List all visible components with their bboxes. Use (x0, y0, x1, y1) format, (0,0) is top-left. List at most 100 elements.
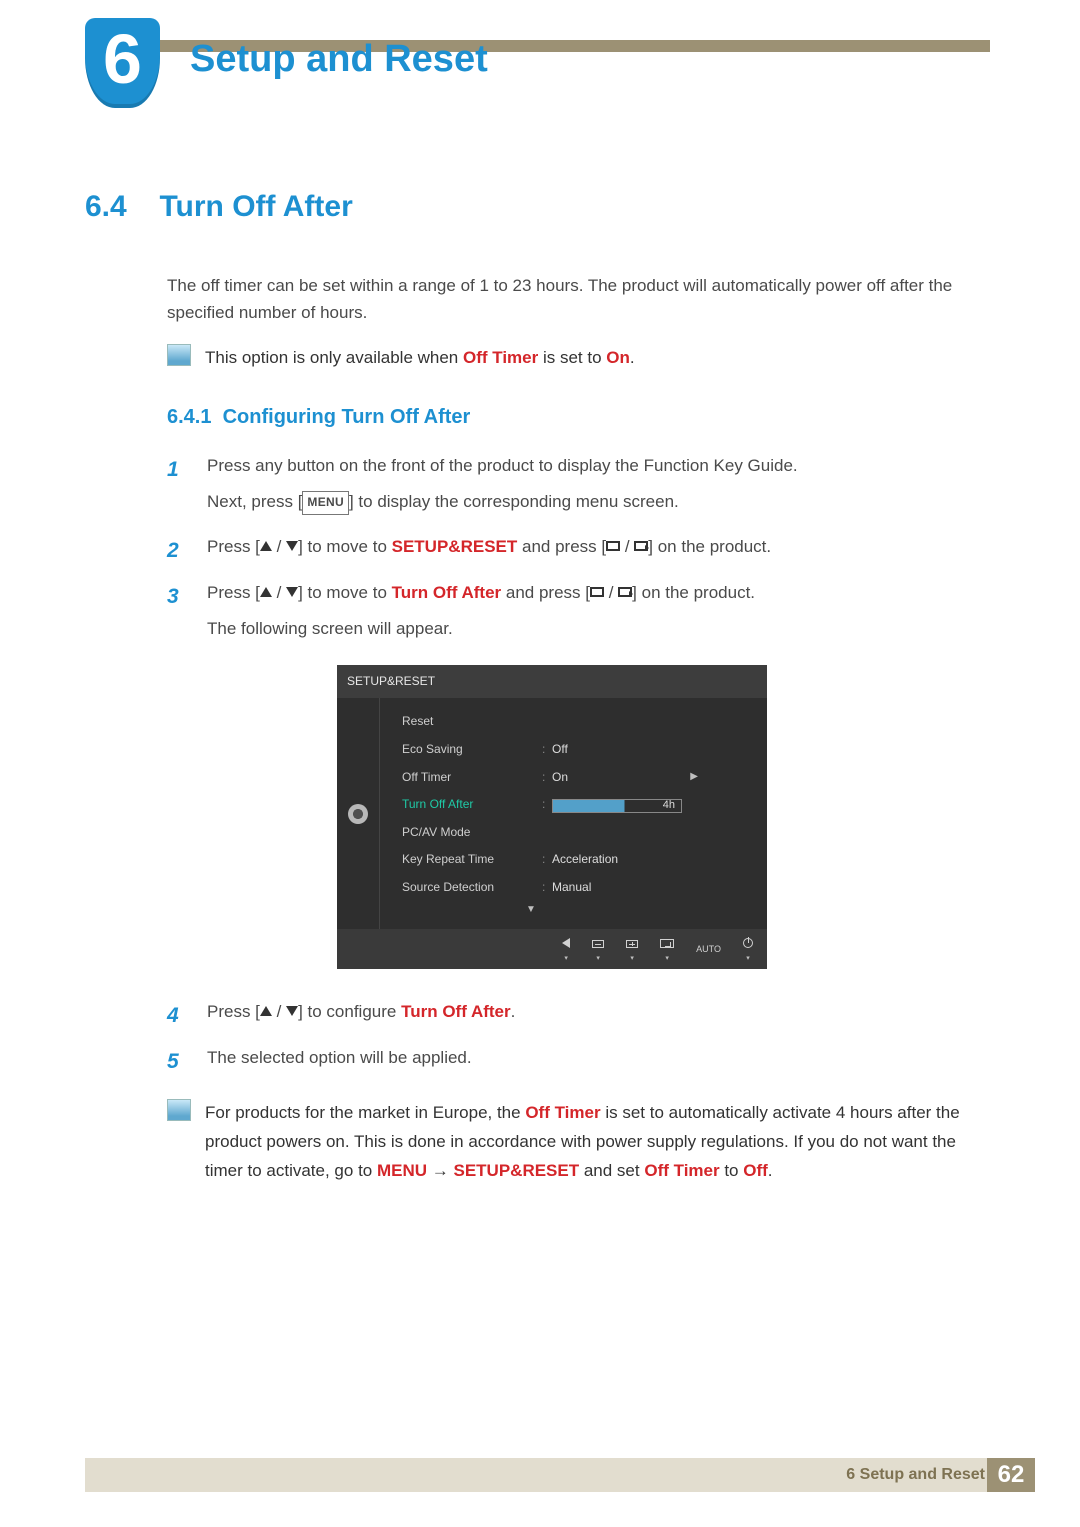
note1-em2: On (606, 348, 630, 367)
step1-line2: Next, press [MENU] to display the corres… (207, 487, 990, 518)
n2em3: SETUP&RESET (453, 1161, 579, 1180)
osd-auto-label: AUTO (696, 941, 721, 957)
osd-label: Key Repeat Time (402, 849, 542, 871)
section-title: Turn Off After (159, 190, 352, 224)
note1-prefix: This option is only available when (205, 348, 463, 367)
gear-icon (348, 804, 368, 824)
osd-value: 4h (552, 794, 682, 816)
osd-row-turnoffafter: Turn Off After: 4h (380, 791, 682, 819)
page-number: 62 (987, 1458, 1035, 1492)
osd-caret-icon: ▶ (690, 768, 698, 786)
note-1-text: This option is only available when Off T… (205, 344, 635, 371)
s3a: Press [ (207, 583, 260, 602)
osd-label: Off Timer (402, 767, 542, 789)
chapter-badge: 6 (85, 18, 160, 108)
osd-value: On (552, 767, 682, 789)
osd-plus-icon: ▾ (626, 937, 638, 961)
osd-row-sourcedetect: Source Detection: Manual (380, 874, 682, 902)
subsection-title: Configuring Turn Off After (223, 406, 471, 428)
osd-label: Reset (402, 711, 542, 733)
n2a: For products for the market in Europe, t… (205, 1103, 525, 1122)
s3d: ] on the product. (632, 583, 755, 602)
step3-line1: Press [ / ] to move to Turn Off After an… (207, 578, 990, 609)
osd-row-offtimer: Off Timer: On (380, 764, 682, 792)
section-content: 6.4 Turn Off After The off timer can be … (85, 190, 990, 1186)
osd-title: SETUP&RESET (337, 665, 767, 699)
s3b: ] to move to (298, 583, 392, 602)
osd-value: Manual (552, 877, 682, 899)
step-5: 5 The selected option will be applied. (167, 1043, 990, 1081)
osd-label: Source Detection (402, 877, 542, 899)
note1-suffix: . (630, 348, 635, 367)
n2em2: MENU (377, 1161, 427, 1180)
osd-scroll-down-icon: ▼ (380, 901, 682, 924)
s2d: ] on the product. (648, 537, 771, 556)
note1-em1: Off Timer (463, 348, 538, 367)
note1-mid: is set to (538, 348, 606, 367)
s2target: SETUP&RESET (392, 537, 518, 556)
s4target: Turn Off After (401, 1002, 511, 1021)
intro-text: The off timer can be set within a range … (167, 272, 990, 326)
osd-label: Turn Off After (402, 794, 542, 816)
s3c: and press [ (501, 583, 590, 602)
step-1: 1 Press any button on the front of the p… (167, 451, 990, 524)
s3target: Turn Off After (392, 583, 502, 602)
osd-row-reset: Reset (380, 708, 682, 736)
osd-label: Eco Saving (402, 739, 542, 761)
n2em5: Off (743, 1161, 768, 1180)
osd-slider: 4h (552, 799, 682, 813)
n2em4: Off Timer (644, 1161, 719, 1180)
enter-icon (634, 541, 648, 551)
s2a: Press [ (207, 537, 260, 556)
osd-left-rail (337, 698, 379, 929)
osd-minus-icon: ▾ (592, 937, 604, 961)
note-2: For products for the market in Europe, t… (167, 1099, 990, 1186)
osd-value: Off (552, 739, 682, 761)
enter-icon (618, 587, 632, 597)
note-1: This option is only available when Off T… (167, 344, 990, 371)
s1a: Next, press [ (207, 492, 302, 511)
osd-row-pcav: PC/AV Mode (380, 819, 682, 847)
section-number: 6.4 (85, 190, 155, 224)
step3-line2: The following screen will appear. (207, 614, 990, 645)
source-icon (606, 541, 620, 551)
s4b: ] to configure (298, 1002, 401, 1021)
osd-bottom-bar: ▾ ▾ ▾ ▾ AUTO ▾ (337, 929, 767, 969)
osd-label: PC/AV Mode (402, 822, 542, 844)
down-arrow-icon (286, 541, 298, 551)
page-footer: 6 Setup and Reset 62 (85, 1458, 1035, 1492)
s2b: ] to move to (298, 537, 392, 556)
n2d: to (720, 1161, 744, 1180)
step-num-5: 5 (167, 1043, 189, 1081)
n2c: and set (579, 1161, 644, 1180)
note-icon (167, 344, 191, 366)
down-arrow-icon (286, 587, 298, 597)
s4suffix: . (511, 1002, 516, 1021)
step-num-4: 4 (167, 997, 189, 1035)
footer-band: 6 Setup and Reset (85, 1458, 987, 1492)
osd-items: Reset Eco Saving: Off Off Timer: On (379, 698, 692, 929)
step-num-1: 1 (167, 451, 189, 524)
up-arrow-icon (260, 541, 272, 551)
menu-key-icon: MENU (302, 491, 349, 515)
s4a: Press [ (207, 1002, 260, 1021)
n2e: . (768, 1161, 773, 1180)
step5-line: The selected option will be applied. (207, 1043, 990, 1074)
subsection-number: 6.4.1 (167, 406, 211, 428)
up-arrow-icon (260, 1006, 272, 1016)
step1-line1: Press any button on the front of the pro… (207, 451, 990, 482)
osd-slider-value: 4h (663, 796, 675, 816)
s2c: and press [ (517, 537, 606, 556)
n2em1: Off Timer (525, 1103, 600, 1122)
up-arrow-icon (260, 587, 272, 597)
step-2: 2 Press [ / ] to move to SETUP&RESET and… (167, 532, 990, 570)
osd-back-icon: ▾ (562, 937, 570, 961)
s1b: ] to display the corresponding menu scre… (349, 492, 679, 511)
osd-screenshot: SETUP&RESET Reset Eco Saving: Off (337, 665, 767, 970)
chapter-title: Setup and Reset (190, 38, 488, 81)
note-icon (167, 1099, 191, 1121)
step2-line: Press [ / ] to move to SETUP&RESET and p… (207, 532, 990, 563)
osd-row-keyrepeat: Key Repeat Time: Acceleration (380, 846, 682, 874)
osd-power-icon: ▾ (743, 937, 753, 961)
steps-list: 1 Press any button on the front of the p… (167, 451, 990, 1082)
